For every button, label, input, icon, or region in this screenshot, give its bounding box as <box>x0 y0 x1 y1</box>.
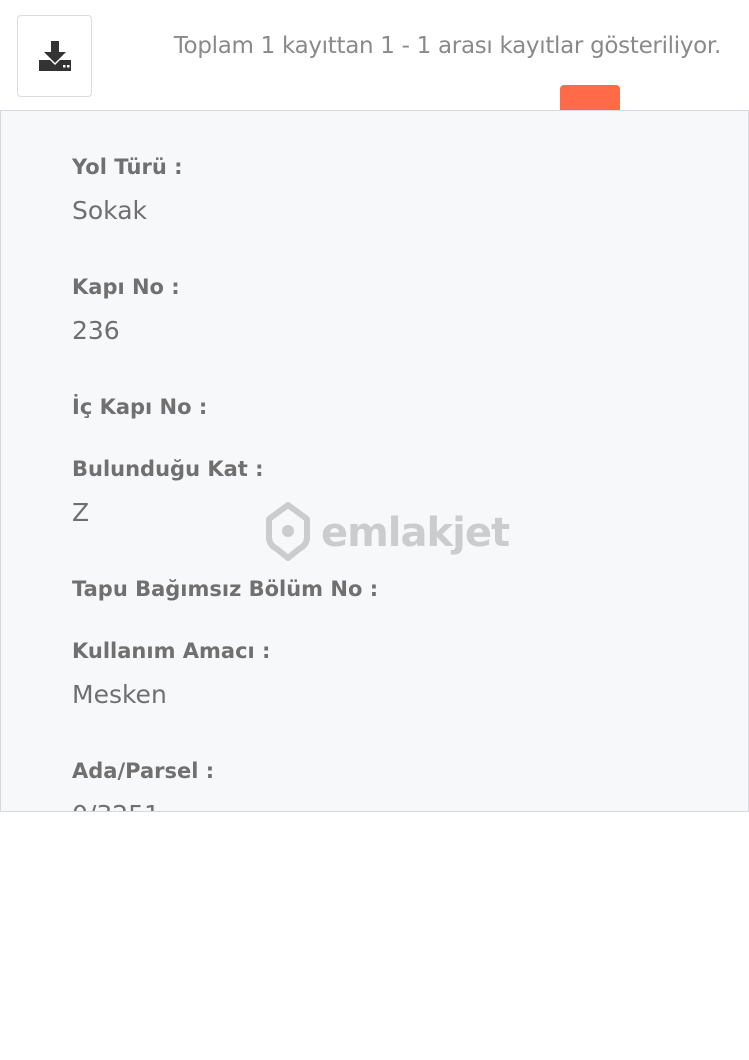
download-button[interactable] <box>17 15 92 97</box>
watermark: emlakjet <box>263 501 510 565</box>
field-label: Yol Türü : <box>72 155 183 179</box>
download-icon <box>37 39 73 73</box>
field-bulundugu-kat: Bulunduğu Kat : Z <box>72 455 264 529</box>
field-value: Mesken <box>72 680 167 709</box>
field-kapi-no: Kapı No : 236 <box>72 273 180 347</box>
detail-panel: emlakjet Yol Türü : Sokak Kapı No : 236 … <box>0 110 749 812</box>
field-value: 236 <box>72 316 120 345</box>
field-label: İç Kapı No : <box>72 395 208 419</box>
field-label: Bulunduğu Kat : <box>72 457 264 481</box>
watermark-brand: emlakjet <box>321 510 510 556</box>
page: Toplam 1 kayıttan 1 - 1 arası kayıtlar g… <box>0 0 749 1060</box>
field-yol-turu: Yol Türü : Sokak <box>72 153 183 227</box>
field-value: Z <box>72 498 90 527</box>
field-ada-parsel: Ada/Parsel : 0/3251 <box>72 757 215 811</box>
field-value: Sokak <box>72 196 147 225</box>
field-value: 0/3251 <box>72 799 214 811</box>
record-count-text: Toplam 1 kayıttan 1 - 1 arası kayıtlar g… <box>173 33 722 59</box>
field-label: Tapu Bağımsız Bölüm No : <box>72 577 379 601</box>
field-tapu-bagimsiz-bolum-no: Tapu Bağımsız Bölüm No : <box>72 575 378 603</box>
field-ic-kapi-no: İç Kapı No : <box>72 393 207 421</box>
location-pin-icon <box>263 501 313 565</box>
field-label: Ada/Parsel : <box>72 759 215 783</box>
field-kullanim-amaci: Kullanım Amacı : Mesken <box>72 637 270 711</box>
field-label: Kapı No : <box>72 275 180 299</box>
field-label: Kullanım Amacı : <box>72 639 271 663</box>
